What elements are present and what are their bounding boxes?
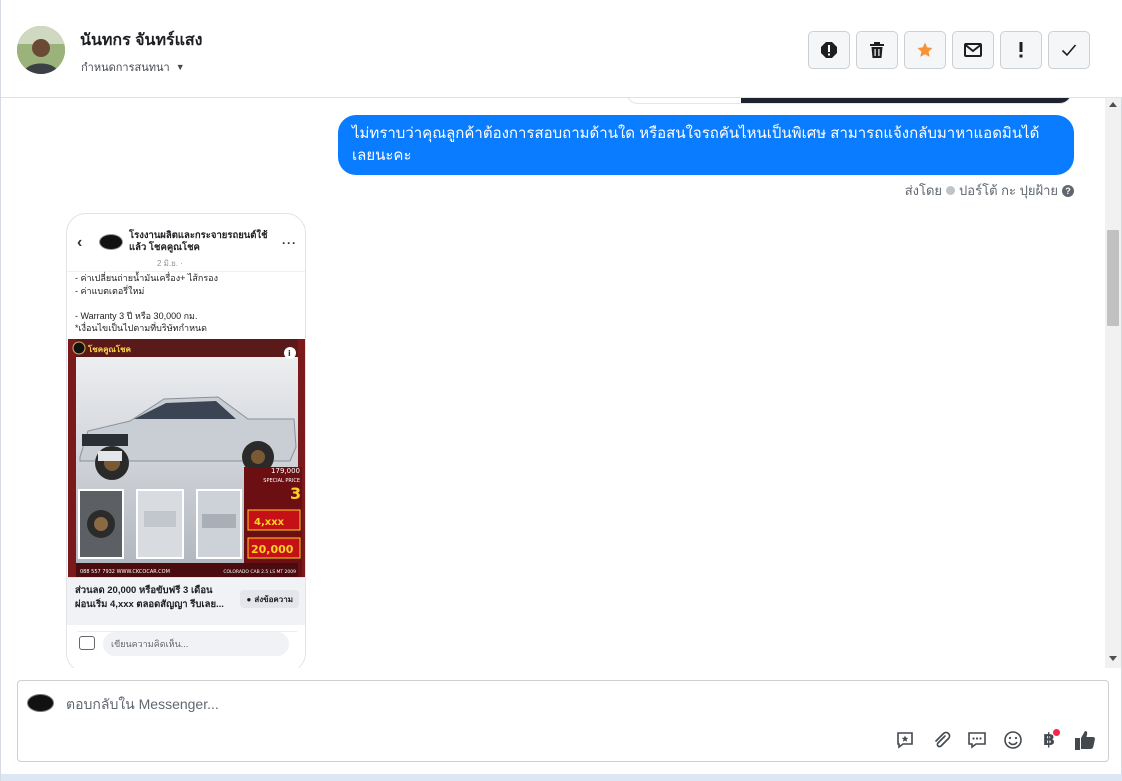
post-line: - ค่าเปลี่ยนถ่ายน้ำมันเครื่อง+ ไส้กรอง	[75, 273, 218, 283]
quick-reply-icon	[968, 732, 986, 749]
trash-icon	[870, 42, 884, 58]
delete-button[interactable]	[856, 31, 898, 69]
assign-label: กำหนดการสนทนา	[81, 62, 170, 74]
alert-circle-icon	[821, 42, 837, 58]
paperclip-icon	[935, 731, 951, 748]
avatar[interactable]	[17, 26, 65, 74]
messenger-icon: ●	[246, 594, 252, 604]
post-line: - ค่าแบตเตอรี่ใหม่	[75, 285, 145, 296]
ad-title: ส่วนลด 20,000 หรือขับฟรี 3 เดือน ผ่อนเริ…	[75, 584, 235, 612]
outgoing-message-bubble[interactable]: ไม่ทราบว่าคุณลูกค้าต้องการสอบถามด้านใด ห…	[338, 115, 1074, 175]
contact-name: นันทกร จันทร์แสง	[80, 32, 203, 49]
ad-caption: ส่วนลด 20,000 หรือขับฟรี 3 เดือน ผ่อนเริ…	[67, 577, 305, 625]
page-logo	[99, 234, 123, 250]
ad-model: COLORADO CAB 2.5 LS MT 2009	[223, 569, 296, 575]
exclamation-icon	[1019, 42, 1023, 58]
ad-years: 3	[290, 484, 301, 503]
report-button[interactable]	[808, 31, 850, 69]
sender-name: ปอร์โต้ กะ ปุยฝ้าย	[959, 183, 1058, 198]
help-icon[interactable]: ?	[1062, 184, 1074, 197]
like-button[interactable]	[1072, 727, 1098, 753]
emoji-icon	[1004, 731, 1022, 749]
shared-post-image[interactable]: ‹ โรงงานผลิตและกระจายรถยนต์ใช้แล้ว โชคคู…	[66, 213, 306, 668]
thread-scrollbar[interactable]	[1105, 98, 1121, 668]
star-button[interactable]	[904, 31, 946, 69]
scroll-thumb[interactable]	[1107, 230, 1119, 326]
notification-dot	[1053, 729, 1060, 736]
message-thread[interactable]: ไม่ทราบว่าคุณลูกค้าต้องการสอบถามด้านใด ห…	[1, 98, 1105, 668]
post-text: - ค่าเปลี่ยนถ่ายน้ำมันเครื่อง+ ไส้กรอง -…	[75, 272, 300, 335]
thumbs-up-icon	[1075, 731, 1095, 750]
page-avatar	[27, 694, 54, 712]
composer-tools: ฿	[892, 727, 1098, 753]
star-icon	[917, 42, 933, 57]
ad-price: 179,000	[271, 467, 300, 475]
send-message-button: ● ส่งข้อความ	[240, 590, 299, 608]
quick-replies-button[interactable]	[964, 727, 990, 753]
payment-button[interactable]: ฿	[1036, 727, 1062, 753]
post-header: ‹ โรงงานผลิตและกระจายรถยนต์ใช้แล้ว โชคคู…	[67, 214, 305, 272]
ad-caption-line: ส่วนลด 20,000 หรือขับฟรี 3 เดือน	[75, 585, 213, 596]
saved-replies-button[interactable]	[892, 727, 918, 753]
ad-phone: 088 557 7932 WWW.CKCOCAR.COM	[80, 569, 170, 575]
sent-by-line: ส่งโดย ปอร์โต้ กะ ปุยฝ้าย ?	[905, 180, 1074, 201]
feedback-icon	[897, 732, 913, 749]
ad-brand: โชคคูณโชค	[87, 344, 131, 355]
messenger-window: นันทกร จันทร์แสง กำหนดการสนทนา ▼ ไม่ทราบ…	[0, 0, 1122, 781]
send-message-label: ส่งข้อความ	[254, 594, 293, 604]
post-line	[75, 297, 300, 310]
attach-button[interactable]	[928, 727, 954, 753]
bottom-strip	[1, 774, 1122, 781]
post-line: - Warranty 3 ปี หรือ 30,000 กม.	[75, 310, 198, 321]
scroll-up-arrow-icon[interactable]	[1109, 102, 1117, 107]
sent-by-label: ส่งโดย	[904, 183, 943, 198]
envelope-icon	[964, 43, 982, 57]
conversation-header: นันทกร จันทร์แสง กำหนดการสนทนา ▼	[1, 0, 1122, 98]
post-line: *เงื่อนไขเป็นไปตามที่บริษัทกำหนด	[75, 323, 207, 333]
reply-input[interactable]	[66, 695, 766, 713]
caret-down-icon: ▼	[175, 62, 185, 72]
mark-unread-button[interactable]	[952, 31, 994, 69]
post-comment-bar: เขียนความคิดเห็น...	[67, 626, 305, 668]
mark-done-button[interactable]	[1048, 31, 1090, 69]
scroll-down-arrow-icon[interactable]	[1109, 656, 1117, 661]
reply-composer: ฿	[17, 680, 1109, 762]
ad-caption-line: ผ่อนเริ่ม 4,xxx ตลอดสัญญา รีบเลย...	[75, 599, 224, 610]
camera-icon	[79, 636, 95, 650]
back-arrow-icon: ‹	[77, 234, 83, 251]
more-icon: ···	[282, 236, 297, 250]
follow-up-button[interactable]	[1000, 31, 1042, 69]
post-date: 2 มิ.ย. ·	[157, 259, 183, 268]
ad-installment: 4,xxx	[254, 517, 285, 528]
assign-conversation-dropdown[interactable]: กำหนดการสนทนา ▼	[81, 58, 185, 76]
header-actions	[808, 31, 1090, 69]
user-dot-icon	[946, 186, 956, 195]
emoji-button[interactable]	[1000, 727, 1026, 753]
comment-placeholder: เขียนความคิดเห็น...	[103, 632, 289, 656]
ad-discount: 20,000	[251, 543, 294, 556]
svg-text:i: i	[288, 349, 291, 358]
previous-attachment[interactable]	[626, 98, 1072, 104]
post-page-name: โรงงานผลิตและกระจายรถยนต์ใช้แล้ว โชคคูณโ…	[129, 230, 268, 253]
car-ad-image: โชคคูณโชค i 179,000 SPECIAL PRICE 3 4,xx	[68, 339, 305, 577]
checkmark-icon	[1061, 44, 1077, 57]
